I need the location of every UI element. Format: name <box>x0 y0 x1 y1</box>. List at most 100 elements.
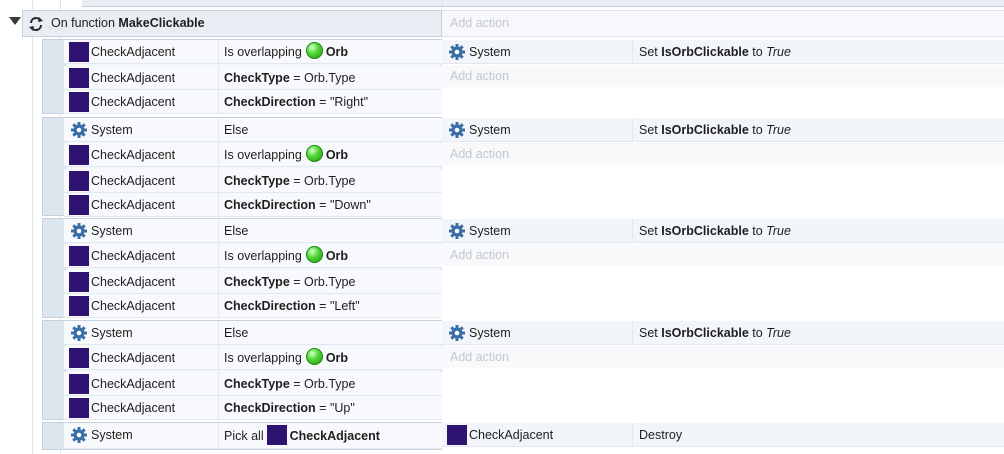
condition-text: Is overlapping <box>224 45 302 59</box>
condition-row[interactable]: System Else <box>64 321 442 345</box>
action-text: Destroy <box>639 428 683 442</box>
condition-object: CheckAdjacent <box>91 351 176 365</box>
condition-row[interactable]: CheckAdjacent Is overlapping Orb <box>64 346 442 370</box>
condition-variable: CheckType <box>224 174 290 188</box>
condition-value: = "Right" <box>315 95 369 109</box>
action-value: True <box>766 326 791 340</box>
condition-row[interactable]: System Else <box>64 219 442 243</box>
condition-text: Else <box>224 224 249 238</box>
condition-variable: CheckDirection <box>224 95 316 109</box>
action-row[interactable]: System Set IsOrbClickable to True <box>442 40 1004 64</box>
function-loop-icon <box>29 17 43 31</box>
add-action[interactable]: Add action <box>442 244 1004 266</box>
gear-icon <box>449 44 465 60</box>
action-row[interactable]: System Set IsOrbClickable to True <box>442 118 1004 142</box>
gear-icon <box>449 122 465 138</box>
gear-icon <box>71 223 87 239</box>
condition-text: Else <box>224 123 249 137</box>
checkadjacent-icon <box>69 171 89 191</box>
condition-object: CheckAdjacent <box>91 299 176 313</box>
top-bar-stub <box>82 0 1004 7</box>
condition-row[interactable]: CheckAdjacent Is overlapping Orb <box>64 40 442 64</box>
action-text: to <box>748 224 767 238</box>
checkadjacent-icon <box>69 374 89 394</box>
condition-object: CheckAdjacent <box>91 95 176 109</box>
condition-value: = "Left" <box>315 299 360 313</box>
condition-param: Orb <box>325 351 349 365</box>
add-action[interactable]: Add action <box>442 65 1004 87</box>
add-action-label: Add action <box>450 16 510 30</box>
tree-guide-line <box>32 0 33 454</box>
condition-value: = Orb.Type <box>289 71 356 85</box>
condition-text: Else <box>224 326 249 340</box>
add-action-label: Add action <box>450 350 510 364</box>
condition-row[interactable]: CheckAdjacent CheckDirection = "Left" <box>64 294 442 318</box>
condition-variable: CheckType <box>224 275 290 289</box>
condition-object: System <box>91 326 133 340</box>
condition-param: Orb <box>325 249 349 263</box>
gear-icon <box>71 122 87 138</box>
condition-row[interactable]: System Pick all CheckAdjacent <box>64 423 442 449</box>
condition-text: Is overlapping <box>224 249 302 263</box>
condition-row[interactable]: CheckAdjacent Is overlapping Orb <box>64 143 442 167</box>
condition-object: CheckAdjacent <box>91 71 176 85</box>
action-value: True <box>766 224 791 238</box>
condition-row[interactable]: System Else <box>64 118 442 142</box>
condition-value: = Orb.Type <box>289 377 356 391</box>
action-object: System <box>469 224 511 238</box>
column-guide <box>442 0 443 8</box>
action-variable: IsOrbClickable <box>661 123 749 137</box>
add-action[interactable]: Add action <box>442 143 1004 165</box>
condition-variable: CheckType <box>224 377 290 391</box>
action-text: Set <box>639 45 662 59</box>
orb-icon <box>305 42 323 59</box>
checkadjacent-icon <box>69 68 89 88</box>
condition-row[interactable]: CheckAdjacent CheckDirection = "Up" <box>64 396 442 420</box>
condition-row[interactable]: CheckAdjacent Is overlapping Orb <box>64 244 442 268</box>
condition-object: CheckAdjacent <box>91 198 176 212</box>
function-header[interactable]: On function MakeClickable <box>22 10 442 37</box>
action-row[interactable]: System Set IsOrbClickable to True <box>442 219 1004 243</box>
checkadjacent-icon <box>69 398 89 418</box>
condition-object: CheckAdjacent <box>91 377 176 391</box>
condition-row[interactable]: CheckAdjacent CheckType = Orb.Type <box>64 372 442 396</box>
gear-icon <box>71 427 87 443</box>
action-text: to <box>748 123 767 137</box>
condition-row[interactable]: CheckAdjacent CheckType = Orb.Type <box>64 270 442 294</box>
action-text: Set <box>639 224 662 238</box>
condition-row[interactable]: CheckAdjacent CheckDirection = "Right" <box>64 90 442 114</box>
condition-object: System <box>91 123 133 137</box>
condition-object: System <box>91 224 133 238</box>
orb-icon <box>305 348 323 365</box>
condition-param: Orb <box>325 45 349 59</box>
condition-object: CheckAdjacent <box>91 45 176 59</box>
action-variable: IsOrbClickable <box>661 224 749 238</box>
condition-row[interactable]: CheckAdjacent CheckType = Orb.Type <box>64 169 442 193</box>
condition-row[interactable]: CheckAdjacent CheckType = Orb.Type <box>64 66 442 90</box>
action-value: True <box>766 123 791 137</box>
checkadjacent-icon <box>447 425 467 445</box>
action-text: Set <box>639 326 662 340</box>
condition-object: CheckAdjacent <box>91 401 176 415</box>
add-action-label: Add action <box>450 147 510 161</box>
action-row[interactable]: System Set IsOrbClickable to True <box>442 321 1004 345</box>
condition-value: = Orb.Type <box>289 174 356 188</box>
gear-icon <box>449 223 465 239</box>
condition-variable: CheckType <box>224 71 290 85</box>
add-action[interactable]: Add action <box>442 346 1004 368</box>
condition-object: System <box>91 428 133 442</box>
action-row[interactable]: CheckAdjacent Destroy <box>442 423 1004 447</box>
action-text: to <box>748 45 767 59</box>
condition-text: Pick all <box>224 429 264 443</box>
function-name: MakeClickable <box>118 16 205 30</box>
collapse-triangle-icon[interactable] <box>9 17 21 25</box>
condition-variable: CheckDirection <box>224 401 316 415</box>
condition-row[interactable]: CheckAdjacent CheckDirection = "Down" <box>64 193 442 217</box>
add-action-function[interactable]: Add action <box>442 10 1004 37</box>
action-variable: IsOrbClickable <box>661 45 749 59</box>
checkadjacent-icon <box>266 425 287 445</box>
checkadjacent-icon <box>69 195 89 215</box>
action-object: System <box>469 123 511 137</box>
condition-variable: CheckDirection <box>224 198 316 212</box>
condition-object: CheckAdjacent <box>91 174 176 188</box>
